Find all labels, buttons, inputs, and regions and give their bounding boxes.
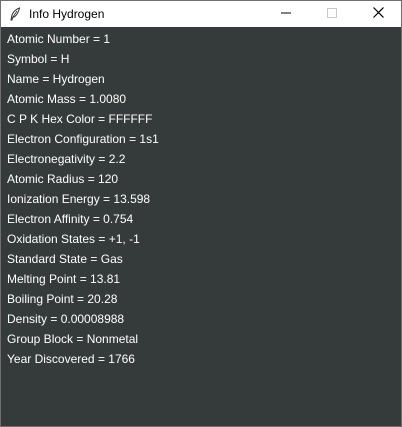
maximize-button[interactable] <box>309 1 355 27</box>
feather-icon <box>7 6 23 22</box>
info-window: Info Hydrogen Atomic Number = 1 Symbol =… <box>0 0 402 427</box>
info-row-electronegativity: Electronegativity = 2.2 <box>7 152 126 166</box>
info-row-boiling-point: Boiling Point = 20.28 <box>7 292 118 306</box>
info-row-ionization-energy: Ionization Energy = 13.598 <box>7 192 151 206</box>
close-icon <box>372 5 384 23</box>
info-row-group-block: Group Block = Nonmetal <box>7 332 139 346</box>
info-row-atomic-radius: Atomic Radius = 120 <box>7 172 119 186</box>
minimize-icon <box>281 5 291 23</box>
info-row-symbol: Symbol = H <box>7 52 70 66</box>
minimize-button[interactable] <box>263 1 309 27</box>
info-row-year-discovered: Year Discovered = 1766 <box>7 352 135 366</box>
window-controls <box>263 1 401 27</box>
close-button[interactable] <box>355 1 401 27</box>
info-row-name: Name = Hydrogen <box>7 72 105 86</box>
info-row-cpk-hex-color: C P K Hex Color = FFFFFF <box>7 112 153 126</box>
info-row-electron-configuration: Electron Configuration = 1s1 <box>7 132 159 146</box>
info-row-standard-state: Standard State = Gas <box>7 252 123 266</box>
info-row-atomic-mass: Atomic Mass = 1.0080 <box>7 92 127 106</box>
info-list: Atomic Number = 1 Symbol = H Name = Hydr… <box>1 27 401 369</box>
info-row-melting-point: Melting Point = 13.81 <box>7 272 121 286</box>
info-row-density: Density = 0.00008988 <box>7 312 125 326</box>
info-row-atomic-number: Atomic Number = 1 <box>7 32 111 46</box>
title-bar[interactable]: Info Hydrogen <box>1 1 401 27</box>
window-title: Info Hydrogen <box>29 7 105 21</box>
maximize-icon <box>327 5 337 23</box>
content-area: Atomic Number = 1 Symbol = H Name = Hydr… <box>1 27 401 426</box>
info-row-oxidation-states: Oxidation States = +1, -1 <box>7 232 140 246</box>
info-row-electron-affinity: Electron Affinity = 0.754 <box>7 212 134 226</box>
